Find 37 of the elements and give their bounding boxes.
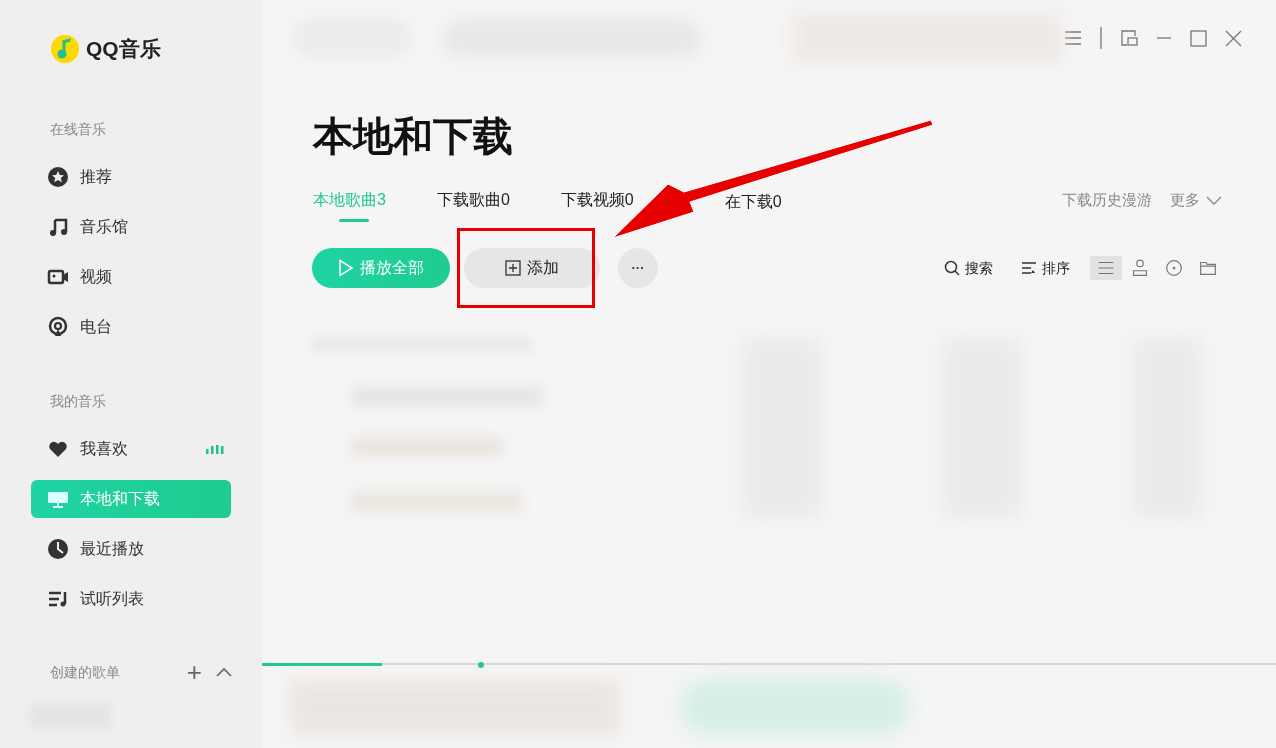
- page-title: 本地和下载: [311, 113, 514, 160]
- tab[interactable]: 下载歌曲0: [436, 188, 510, 226]
- sidebar-item[interactable]: 推荐: [31, 158, 231, 196]
- more-button[interactable]: ···: [618, 248, 658, 288]
- sidebar-item[interactable]: 试听列表: [31, 580, 231, 618]
- music-note-icon: [47, 216, 69, 238]
- section-heading: 在线音乐: [49, 120, 107, 139]
- maximize-icon[interactable]: [1190, 29, 1207, 47]
- collapse-chevron-icon[interactable]: [216, 667, 232, 677]
- add-button[interactable]: 添加: [464, 248, 600, 288]
- radio-icon: [47, 316, 69, 338]
- chevron-down-icon: [1206, 195, 1222, 205]
- section-heading: 创建的歌单: [50, 662, 121, 682]
- menu-icon[interactable]: [1064, 30, 1082, 46]
- add-playlist-button[interactable]: +: [186, 659, 202, 685]
- search-button[interactable]: 搜索: [944, 257, 993, 279]
- tab[interactable]: 下载视频0: [560, 188, 634, 226]
- list-view-button[interactable]: [1090, 256, 1122, 280]
- divider-icon: [1100, 27, 1102, 49]
- play-icon: [338, 259, 354, 277]
- sort-icon: [1021, 261, 1037, 275]
- sidebar-item[interactable]: 视频: [31, 258, 231, 296]
- tab[interactable]: 在下载0: [724, 188, 782, 228]
- section-heading: 我的音乐: [49, 392, 107, 411]
- clock-icon: [47, 538, 69, 560]
- disc-view-icon: [1163, 257, 1185, 279]
- close-icon[interactable]: [1225, 29, 1242, 47]
- app-logo-icon: [50, 33, 80, 64]
- sort-button[interactable]: 排序: [1021, 257, 1070, 279]
- sidebar-item[interactable]: 音乐馆: [31, 208, 231, 246]
- sidebar-item[interactable]: 最近播放: [31, 530, 231, 568]
- mini-mode-icon[interactable]: [1120, 29, 1138, 47]
- sidebar-item[interactable]: 电台: [31, 308, 231, 346]
- search-icon: [944, 260, 960, 276]
- app-name: QQ音乐: [86, 35, 161, 62]
- add-square-icon: [505, 260, 521, 276]
- sidebar-item[interactable]: 我喜欢: [31, 430, 231, 468]
